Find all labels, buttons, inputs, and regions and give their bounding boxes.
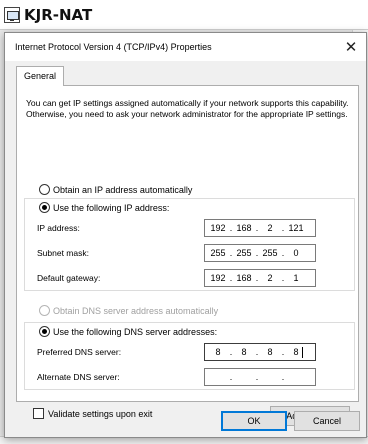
default-gateway-input[interactable]: 192 . 168 . 2 . 1 [204,269,316,287]
network-adapter-icon [4,7,20,23]
general-tab-panel: You can get IP settings assigned automat… [16,85,359,426]
octet: 255 [262,248,278,258]
checkbox-icon [33,408,44,419]
alternate-dns-input[interactable]: . . . [204,368,316,386]
parent-titlebar: KJR-NAT [0,0,368,30]
default-gateway-row: Default gateway: 192 . 168 . 2 . 1 [37,269,337,287]
subnet-mask-label: Subnet mask: [37,248,89,258]
ok-button[interactable]: OK [221,411,287,431]
intro-text: You can get IP settings assigned automat… [26,98,349,119]
octet-separator: . [281,372,285,382]
radio-selected-icon [39,202,50,213]
preferred-dns-input[interactable]: 8 . 8 . 8 . 8 [204,343,316,361]
cancel-button[interactable]: Cancel [294,411,360,431]
dns-settings-group: Use the following DNS server addresses: … [24,322,355,390]
octet: 8 [293,347,299,357]
ip-address-input[interactable]: 192 . 168 . 2 . 121 [204,219,316,237]
alternate-dns-label: Alternate DNS server: [37,372,120,382]
octet: 255 [210,248,226,258]
radio-label: Use the following IP address: [53,202,170,213]
radio-label: Obtain DNS server address automatically [53,305,219,316]
octet-separator: . [229,372,233,382]
close-icon[interactable]: ✕ [340,36,362,58]
octet: 255 [236,248,252,258]
default-gateway-label: Default gateway: [37,273,101,283]
subnet-mask-row: Subnet mask: 255 . 255 . 255 . 0 [37,244,337,262]
validate-settings-label: Validate settings upon exit [48,408,153,419]
octet: 168 [236,223,252,233]
octet: 8 [267,347,273,357]
preferred-dns-label: Preferred DNS server: [37,347,122,357]
ipv4-properties-dialog: Internet Protocol Version 4 (TCP/IPv4) P… [4,32,367,438]
use-following-ip-radio[interactable]: Use the following IP address: [39,202,169,213]
octet: 0 [293,248,299,258]
parent-window-title: KJR-NAT [24,6,93,24]
subnet-mask-input[interactable]: 255 . 255 . 255 . 0 [204,244,316,262]
dialog-title: Internet Protocol Version 4 (TCP/IPv4) P… [15,42,212,52]
radio-label: Obtain an IP address automatically [53,184,193,195]
octet: 8 [241,347,247,357]
octet: 121 [288,223,304,233]
octet: 1 [293,273,299,283]
octet-separator: . [255,372,259,382]
ip-address-label: IP address: [37,223,80,233]
obtain-dns-automatically-radio[interactable]: Obtain DNS server address automatically [39,305,218,316]
dialog-titlebar: Internet Protocol Version 4 (TCP/IPv4) P… [5,33,366,61]
preferred-dns-row: Preferred DNS server: 8 . 8 . 8 . 8 [37,343,337,361]
octet: 8 [215,347,221,357]
obtain-ip-automatically-radio[interactable]: Obtain an IP address automatically [39,184,192,195]
radio-button-icon [39,184,50,195]
radio-label: Use the following DNS server addresses: [53,326,218,337]
octet: 2 [267,223,273,233]
tab-general[interactable]: General [16,66,64,86]
ip-settings-group: Use the following IP address: IP address… [24,198,355,291]
alternate-dns-row: Alternate DNS server: . . . [37,368,337,386]
octet: 168 [236,273,252,283]
octet: 192 [210,273,226,283]
text-caret [302,347,303,358]
octet: 192 [210,223,226,233]
ip-address-row: IP address: 192 . 168 . 2 . 121 [37,219,337,237]
octet: 2 [267,273,273,283]
radio-selected-icon [39,326,50,337]
use-following-dns-radio[interactable]: Use the following DNS server addresses: [39,326,217,337]
radio-button-icon [39,305,50,316]
validate-settings-checkbox[interactable]: Validate settings upon exit [33,408,152,419]
